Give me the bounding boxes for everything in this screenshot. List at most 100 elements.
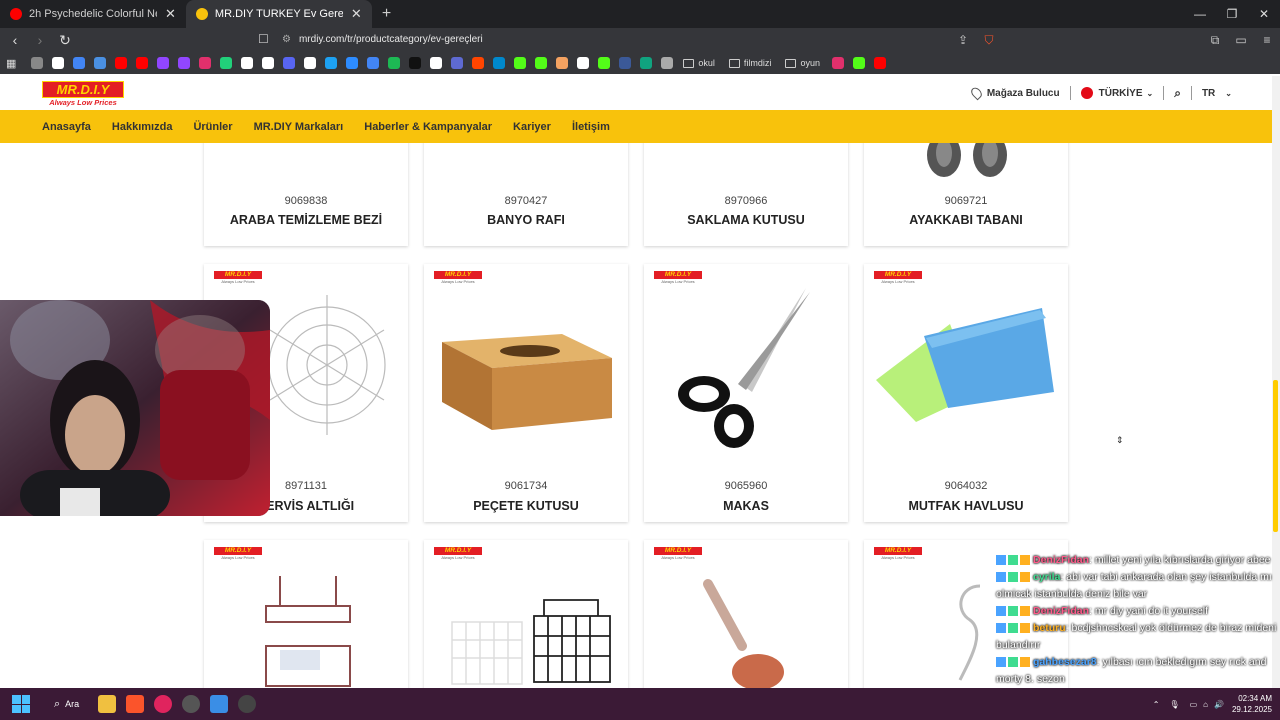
product-card[interactable]: MR.D.I.Y Always Low Prices 9065960 MAKAS xyxy=(644,264,848,522)
bookmark-favicon-icon[interactable] xyxy=(240,57,253,69)
close-icon[interactable]: ✕ xyxy=(165,6,176,22)
bookmark-icon[interactable]: ☐ xyxy=(258,32,269,46)
product-card[interactable]: MR.D.I.Y Always Low Prices xyxy=(204,540,408,688)
nav-products[interactable]: Ürünler xyxy=(193,121,232,133)
product-card[interactable]: 8970427 BANYO RAFI xyxy=(424,143,628,246)
bookmark-favicon-icon[interactable] xyxy=(30,57,43,69)
forward-icon[interactable]: › xyxy=(30,32,50,48)
bookmark-favicon-icon[interactable] xyxy=(450,57,463,69)
extensions-icon[interactable]: ⧉ xyxy=(1202,33,1228,48)
bookmark-favicon-icon[interactable] xyxy=(177,57,190,69)
nav-brands[interactable]: MR.DIY Markaları xyxy=(254,121,344,133)
nav-careers[interactable]: Kariyer xyxy=(513,121,551,133)
network-icon[interactable]: ⌂ xyxy=(1203,700,1208,709)
bookmark-favicon-icon[interactable] xyxy=(51,57,64,69)
bookmark-favicon-icon[interactable] xyxy=(135,57,148,69)
bookmark-favicon-icon[interactable] xyxy=(874,57,887,69)
bookmark-favicon-icon[interactable] xyxy=(282,57,295,69)
url-field[interactable]: ⚙ mrdiy.com/tr/productcategory/ev-gereçle… xyxy=(282,28,483,52)
product-card[interactable]: 9069721 AYAKKABI TABANI xyxy=(864,143,1068,246)
youtube-icon xyxy=(10,8,22,20)
menu-icon[interactable]: ≡ xyxy=(1254,33,1280,47)
bookmark-favicon-icon[interactable] xyxy=(93,57,106,69)
close-window-icon[interactable]: ✕ xyxy=(1248,7,1280,21)
bookmark-folder[interactable]: filmdizi xyxy=(728,58,771,68)
minimize-icon[interactable]: — xyxy=(1184,7,1216,21)
bookmark-favicon-icon[interactable] xyxy=(597,57,610,69)
display-icon[interactable]: ▭ xyxy=(1190,700,1198,709)
bookmark-folder[interactable]: okul xyxy=(683,58,715,68)
product-card[interactable]: 8970966 SAKLAMA KUTUSU xyxy=(644,143,848,246)
windows-start-icon[interactable] xyxy=(12,695,30,713)
taskbar-search[interactable]: ⌕ Ara xyxy=(40,698,79,711)
chat-username[interactable]: DenizFidan xyxy=(1033,554,1089,566)
nav-news[interactable]: Haberler & Kampanyalar xyxy=(364,121,492,133)
product-card[interactable]: 9069838 ARABA TEMİZLEME BEZİ xyxy=(204,143,408,246)
bookmark-favicon-icon[interactable] xyxy=(324,57,337,69)
bookmark-favicon-icon[interactable] xyxy=(366,57,379,69)
nav-about[interactable]: Hakkımızda xyxy=(112,121,173,133)
bookmark-favicon-icon[interactable] xyxy=(429,57,442,69)
chat-username[interactable]: cyrila xyxy=(1033,571,1060,583)
apps-grid-icon[interactable]: ▦ xyxy=(6,57,16,70)
nav-contact[interactable]: İletişim xyxy=(572,121,610,133)
chevron-up-icon[interactable]: ⌃ xyxy=(1153,700,1160,709)
scrollbar-thumb[interactable] xyxy=(1273,380,1278,532)
bookmark-favicon-icon[interactable] xyxy=(576,57,589,69)
share-icon[interactable]: ⇪ xyxy=(950,33,976,47)
clock[interactable]: 02:34 AM 29.12.2025 xyxy=(1232,693,1272,715)
bookmark-favicon-icon[interactable] xyxy=(492,57,505,69)
photos-icon[interactable] xyxy=(210,695,229,713)
language-selector[interactable]: TR xyxy=(1202,88,1215,99)
bookmark-favicon-icon[interactable] xyxy=(156,57,169,69)
bookmark-favicon-icon[interactable] xyxy=(660,57,673,69)
bookmark-favicon-icon[interactable] xyxy=(408,57,421,69)
brave-shield-icon[interactable]: ⛉ xyxy=(976,33,1002,48)
mrdiy-logo[interactable]: MR.D.I.Y Always Low Prices xyxy=(42,81,124,107)
obs-icon[interactable] xyxy=(182,695,201,713)
steam-icon[interactable] xyxy=(238,695,257,713)
store-finder-link[interactable]: Mağaza Bulucu xyxy=(987,88,1060,99)
bookmark-favicon-icon[interactable] xyxy=(387,57,400,69)
bookmark-favicon-icon[interactable] xyxy=(471,57,484,69)
tab-mrdiy[interactable]: MR.DIY TURKEY Ev Gereçleri ve Y ✕ xyxy=(185,0,372,28)
bookmark-favicon-icon[interactable] xyxy=(219,57,232,69)
product-card[interactable]: MR.D.I.Y Always Low Prices xyxy=(424,540,628,688)
search-icon[interactable]: ⌕ xyxy=(1174,86,1181,101)
bookmark-favicon-icon[interactable] xyxy=(555,57,568,69)
close-icon[interactable]: ✕ xyxy=(351,6,362,22)
volume-icon[interactable]: 🔊 xyxy=(1214,700,1224,709)
bookmark-favicon-icon[interactable] xyxy=(198,57,211,69)
bookmark-favicon-icon[interactable] xyxy=(513,57,526,69)
chat-username[interactable]: beturu xyxy=(1033,622,1066,634)
product-card[interactable]: MR.D.I.Y Always Low Prices 9064032 MUTFAK… xyxy=(864,264,1068,522)
restore-icon[interactable]: ❐ xyxy=(1216,7,1248,21)
bookmark-favicon-icon[interactable] xyxy=(261,57,274,69)
bookmark-favicon-icon[interactable] xyxy=(853,57,866,69)
new-tab-button[interactable]: + xyxy=(372,5,401,23)
wallet-icon[interactable]: ▭ xyxy=(1228,33,1254,47)
brave-browser-icon[interactable] xyxy=(126,695,145,713)
chat-username[interactable]: gahbesezar8 xyxy=(1033,656,1097,668)
bookmark-favicon-icon[interactable] xyxy=(114,57,127,69)
bookmark-favicon-icon[interactable] xyxy=(534,57,547,69)
chat-username[interactable]: DenizFidan xyxy=(1033,605,1089,617)
country-selector[interactable]: TÜRKİYE xyxy=(1099,88,1143,99)
bookmark-favicon-icon[interactable] xyxy=(303,57,316,69)
back-icon[interactable]: ‹ xyxy=(5,32,25,48)
file-explorer-icon[interactable] xyxy=(98,695,117,713)
nav-home[interactable]: Anasayfa xyxy=(42,121,91,133)
media-player-icon[interactable] xyxy=(154,695,173,713)
bookmark-favicon-icon[interactable] xyxy=(639,57,652,69)
reload-icon[interactable]: ↻ xyxy=(55,32,75,49)
tab-youtube[interactable]: 2h Psychedelic Colorful Neon Backgr ✕ xyxy=(0,0,186,28)
product-card[interactable]: MR.D.I.Y Always Low Prices 9061734 PEÇETE… xyxy=(424,264,628,522)
bookmark-favicon-icon[interactable] xyxy=(345,57,358,69)
site-info-icon[interactable]: ⚙ xyxy=(282,34,291,45)
bookmark-favicon-icon[interactable] xyxy=(618,57,631,69)
bookmark-favicon-icon[interactable] xyxy=(72,57,85,69)
mic-icon[interactable]: 🎙 xyxy=(1169,700,1179,709)
bookmark-favicon-icon[interactable] xyxy=(832,57,845,69)
bookmark-folder[interactable]: oyun xyxy=(785,58,820,68)
product-card[interactable]: MR.D.I.Y Always Low Prices xyxy=(644,540,848,688)
